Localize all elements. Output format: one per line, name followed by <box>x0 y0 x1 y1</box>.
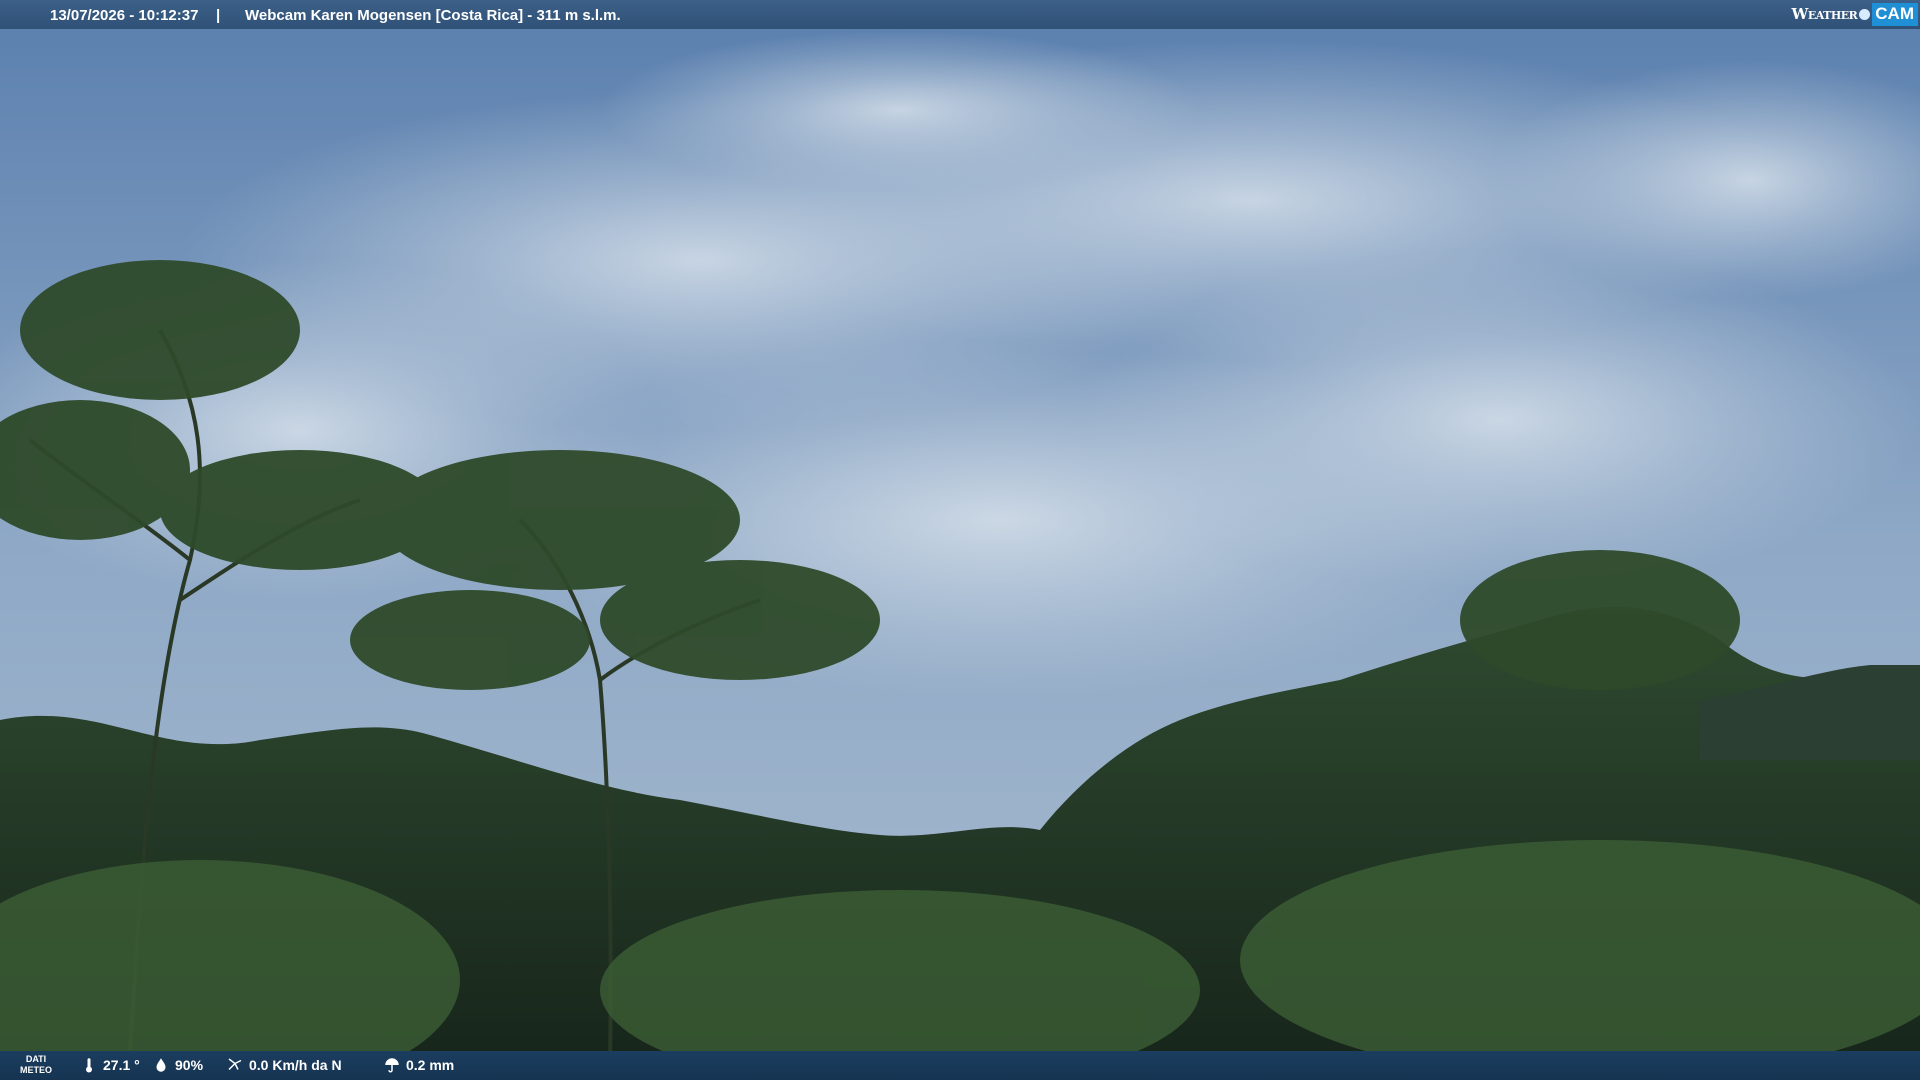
humidity-drop-icon <box>156 1058 166 1072</box>
rain-umbrella-icon <box>385 1058 399 1073</box>
temperature-item: 27.1 ° <box>80 1056 140 1074</box>
logo-word: Weather <box>1791 5 1858 23</box>
logo-dot-icon <box>1859 8 1871 20</box>
webcam-scene <box>0 0 1920 1080</box>
humidity-item: 90% <box>152 1056 203 1074</box>
weathercam-logo: Weather CAM <box>1791 2 1918 26</box>
top-info-bar: 13/07/2026 - 10:12:37 | Webcam Karen Mog… <box>0 0 1920 29</box>
label-line2: METEO <box>20 1065 53 1075</box>
separator: | <box>216 7 221 24</box>
label-line1: DATI <box>25 1054 47 1064</box>
datetime-text: 13/07/2026 - 10:12:37 <box>50 7 199 24</box>
logo-cam: CAM <box>1872 2 1918 26</box>
rain-item: 0.2 mm <box>383 1056 454 1074</box>
webcam-title: Webcam Karen Mogensen [Costa Rica] - 311… <box>245 7 621 24</box>
humidity-value: 90% <box>175 1057 204 1073</box>
dati-meteo-label: DATI METEO <box>20 1054 52 1076</box>
weather-data-bar: DATI METEO 27.1 ° 90% 0.0 Km/h da N 0.2 … <box>0 1051 1920 1080</box>
temperature-value: 27.1 ° <box>103 1057 140 1073</box>
wind-item: 0.0 Km/h da N <box>226 1056 342 1074</box>
wind-value: 0.0 Km/h da N <box>249 1057 342 1073</box>
thermometer-icon <box>86 1058 92 1073</box>
rain-value: 0.2 mm <box>406 1057 455 1073</box>
wind-icon <box>228 1058 242 1071</box>
